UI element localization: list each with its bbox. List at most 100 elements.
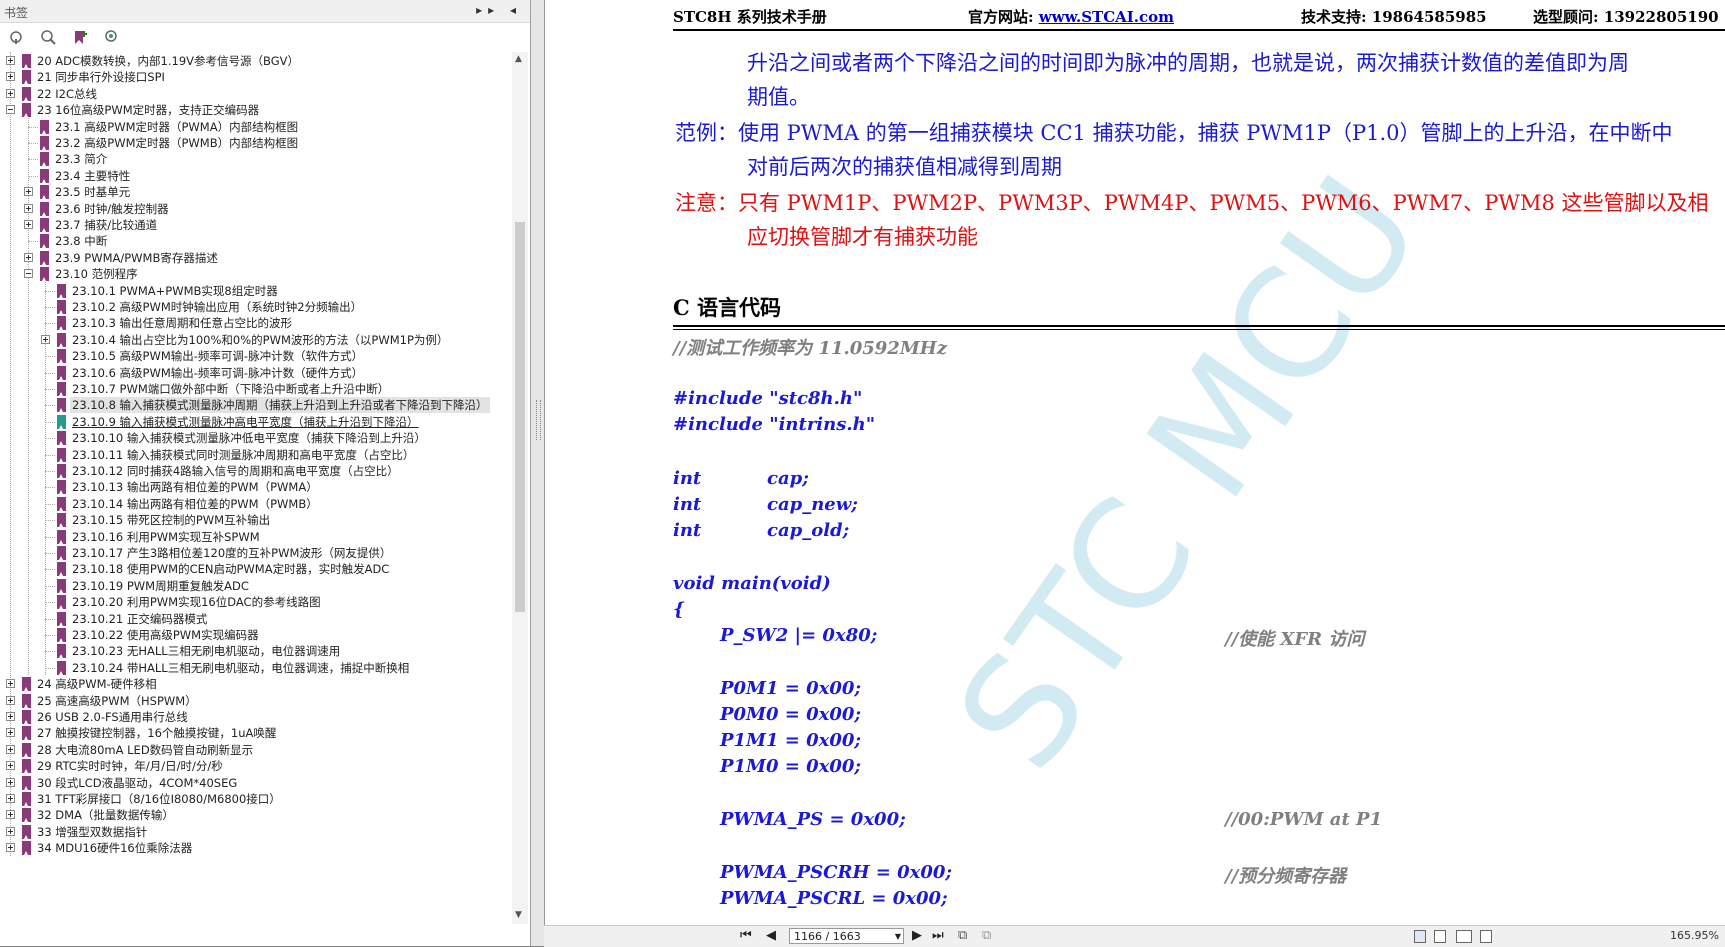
first-page-icon[interactable]: ⏮: [740, 928, 752, 943]
bookmark-item[interactable]: 23.7 捕获/比较通道: [0, 216, 512, 234]
bookmark-item[interactable]: 20 ADC模数转换，内部1.19V参考信号源（BGV）: [0, 52, 512, 70]
bookmark-item[interactable]: 23.10.18 使用PWM的CEN启动PWMA定时器，实时触发ADC: [0, 560, 512, 578]
bookmark-item[interactable]: 23.2 高级PWM定时器（PWMB）内部结构框图: [0, 134, 512, 152]
new-bookmark-icon[interactable]: [72, 29, 88, 45]
next-view-icon[interactable]: ⧉: [982, 928, 991, 943]
bookmark-item[interactable]: 27 触摸按键控制器，16个触摸按键，1uA唤醒: [0, 724, 512, 742]
bookmark-item[interactable]: 23.10.12 同时捕获4路输入信号的周期和高电平宽度（占空比）: [0, 462, 512, 480]
bookmark-item[interactable]: 23.10.15 带死区控制的PWM互补输出: [0, 511, 512, 529]
expand-toggle-icon[interactable]: [24, 203, 33, 213]
expand-toggle-icon[interactable]: [24, 220, 33, 229]
bookmark-item[interactable]: 21 同步串行外设接口SPI: [0, 68, 512, 86]
bookmark-flag-icon: [57, 529, 66, 544]
next-page-icon[interactable]: ▶: [912, 928, 922, 943]
bookmark-label: 23.5 时基单元: [55, 185, 131, 200]
bookmark-item[interactable]: 32 DMA（批量数据传输）: [0, 806, 512, 824]
panel-splitter[interactable]: [531, 0, 545, 946]
expand-toggle-icon[interactable]: [6, 56, 15, 65]
bookmark-item[interactable]: 23.10.2 高级PWM时钟输出应用（系统时钟2分频输出）: [0, 298, 512, 316]
expand-toggle-icon[interactable]: [24, 187, 33, 197]
bookmark-item[interactable]: 24 高级PWM-硬件移相: [0, 675, 512, 693]
expand-toggle-icon[interactable]: [6, 761, 15, 771]
bookmark-options-icon[interactable]: [8, 29, 24, 45]
last-page-icon[interactable]: ⏭: [932, 928, 944, 943]
bookmark-item[interactable]: 30 段式LCD液晶驱动，4COM*40SEG: [0, 774, 512, 792]
bookmark-item[interactable]: 23.5 时基单元: [0, 183, 512, 201]
bookmark-item[interactable]: 33 增强型双数据指针: [0, 823, 512, 841]
expand-toggle-icon[interactable]: [6, 679, 15, 689]
collapse-toggle-icon[interactable]: [24, 269, 33, 279]
bookmark-item[interactable]: 25 高速高级PWM（HSPWM）: [0, 692, 512, 710]
previous-view-icon[interactable]: ⧉: [958, 928, 967, 943]
collapse-toggle-icon[interactable]: [6, 105, 15, 115]
expand-toggle-icon[interactable]: [6, 794, 15, 803]
facing-view-icon[interactable]: [1456, 930, 1472, 943]
bookmark-item[interactable]: 23.4 主要特性: [0, 167, 512, 185]
expand-bookmark-icon[interactable]: [40, 29, 56, 45]
bookmark-item[interactable]: 23.10.14 输出两路有相位差的PWM（PWMB）: [0, 495, 512, 513]
bookmark-item[interactable]: 23.10.19 PWM周期重复触发ADC: [0, 577, 512, 595]
bookmark-item[interactable]: 34 MDU16硬件16位乘除法器: [0, 839, 512, 857]
expand-toggle-icon[interactable]: [6, 712, 15, 721]
bookmark-item[interactable]: 23.10.10 输入捕获模式测量脉冲低电平宽度（捕获下降沿到上升沿）: [0, 429, 512, 447]
website-link[interactable]: www.STCAI.com: [1039, 8, 1174, 26]
expand-toggle-icon[interactable]: [6, 826, 15, 836]
bookmark-item[interactable]: 23 16位高级PWM定时器，支持正交编码器: [0, 101, 512, 119]
expand-toggle-icon[interactable]: [6, 728, 15, 738]
expand-toggle-icon[interactable]: [6, 695, 15, 705]
expand-toggle-icon[interactable]: [6, 843, 15, 853]
single-page-view-icon[interactable]: [1414, 930, 1426, 943]
bookmark-item[interactable]: 23.10.22 使用高级PWM实现编码器: [0, 626, 512, 644]
bookmark-item[interactable]: 23.10.1 PWMA+PWMB实现8组定时器: [0, 282, 512, 300]
expand-toggle-icon[interactable]: [6, 777, 15, 787]
bookmark-item[interactable]: 23.10.11 输入捕获模式同时测量脉冲周期和高电平宽度（占空比）: [0, 446, 512, 464]
find-bookmark-icon[interactable]: [104, 29, 120, 45]
page-number-input[interactable]: 1166 / 1663 ▼: [789, 928, 904, 944]
bookmark-item[interactable]: 29 RTC实时时钟，年/月/日/时/分/秒: [0, 757, 512, 775]
scroll-down-icon[interactable]: ▼: [515, 910, 522, 920]
bookmark-item[interactable]: 23.10.5 高级PWM输出-频率可调-脉冲计数（软件方式）: [0, 347, 512, 365]
bookmark-item[interactable]: 23.10.24 带HALL三相无刷电机驱动，电位器调速，捕捉中断换相: [0, 659, 512, 677]
bookmark-item[interactable]: 23.10.4 输出占空比为100%和0%的PWM波形的方法（以PWM1P为例）: [0, 331, 512, 349]
bookmark-item[interactable]: 23.10.21 正交编码器模式: [0, 610, 512, 628]
bookmark-item[interactable]: 23.10.9 输入捕获模式测量脉冲高电平宽度（捕获上升沿到下降沿）: [0, 413, 512, 431]
bookmark-item[interactable]: 23.10.17 产生3路相位差120度的互补PWM波形（网友提供）: [0, 544, 512, 562]
scrollbar-thumb[interactable]: [515, 222, 525, 612]
expand-toggle-icon[interactable]: [6, 72, 15, 82]
bookmark-item[interactable]: 23.10.8 输入捕获模式测量脉冲周期（捕获上升沿到上升沿或者下降沿到下降沿）: [0, 396, 512, 414]
bookmark-flag-icon: [57, 332, 66, 347]
bookmark-scrollbar[interactable]: ▲ ▼: [512, 52, 528, 924]
bookmark-item[interactable]: 23.9 PWMA/PWMB寄存器描述: [0, 249, 512, 267]
bookmark-item[interactable]: 22 I2C总线: [0, 85, 512, 103]
expand-toggle-icon[interactable]: [6, 810, 15, 820]
expand-toggle-icon[interactable]: [6, 744, 15, 754]
bookmark-item[interactable]: 23.10 范例程序: [0, 265, 512, 283]
bookmark-item[interactable]: 23.10.16 利用PWM实现互补SPWM: [0, 528, 512, 546]
bookmark-item[interactable]: 23.6 时钟/触发控制器: [0, 200, 512, 218]
bookmark-item[interactable]: 31 TFT彩屏接口（8/16位I8080/M6800接口）: [0, 790, 512, 808]
scroll-up-icon[interactable]: ▲: [515, 54, 522, 64]
continuous-view-icon[interactable]: [1434, 930, 1446, 943]
bookmark-item[interactable]: 23.10.6 高级PWM输出-频率可调-脉冲计数（硬件方式）: [0, 364, 512, 382]
bookmark-item[interactable]: 26 USB 2.0-FS通用串行总线: [0, 708, 512, 726]
chevron-down-icon[interactable]: ▼: [895, 929, 901, 945]
bookmark-item[interactable]: 23.10.13 输出两路有相位差的PWM（PWMA）: [0, 478, 512, 496]
panel-collapse-buttons[interactable]: ▸▸ ◂: [476, 3, 522, 17]
bookmark-item[interactable]: 23.10.23 无HALL三相无刷电机驱动，电位器调速用: [0, 642, 512, 660]
expand-toggle-icon[interactable]: [24, 252, 33, 262]
continuous-facing-view-icon[interactable]: [1480, 930, 1492, 943]
bookmark-item[interactable]: 23.10.3 输出任意周期和任意占空比的波形: [0, 314, 512, 332]
bookmark-item[interactable]: 23.3 简介: [0, 150, 512, 168]
bookmark-item[interactable]: 23.8 中断: [0, 232, 512, 250]
zoom-level[interactable]: 165.95%: [1670, 929, 1719, 942]
page-number-value: 1166 / 1663: [794, 930, 861, 943]
bookmark-item[interactable]: 23.10.7 PWM端口做外部中断（下降沿中断或者上升沿中断）: [0, 380, 512, 398]
expand-toggle-icon[interactable]: [41, 334, 50, 344]
bookmark-item[interactable]: 23.10.20 利用PWM实现16位DAC的参考线路图: [0, 593, 512, 611]
expand-toggle-icon[interactable]: [6, 88, 15, 98]
bookmark-item[interactable]: 28 大电流80mA LED数码管自动刷新显示: [0, 741, 512, 759]
splitter-grip-icon[interactable]: [536, 400, 541, 440]
bookmark-label: 26 USB 2.0-FS通用串行总线: [37, 710, 188, 724]
previous-page-icon[interactable]: ◀: [766, 928, 776, 943]
bookmark-item[interactable]: 23.1 高级PWM定时器（PWMA）内部结构框图: [0, 118, 512, 136]
